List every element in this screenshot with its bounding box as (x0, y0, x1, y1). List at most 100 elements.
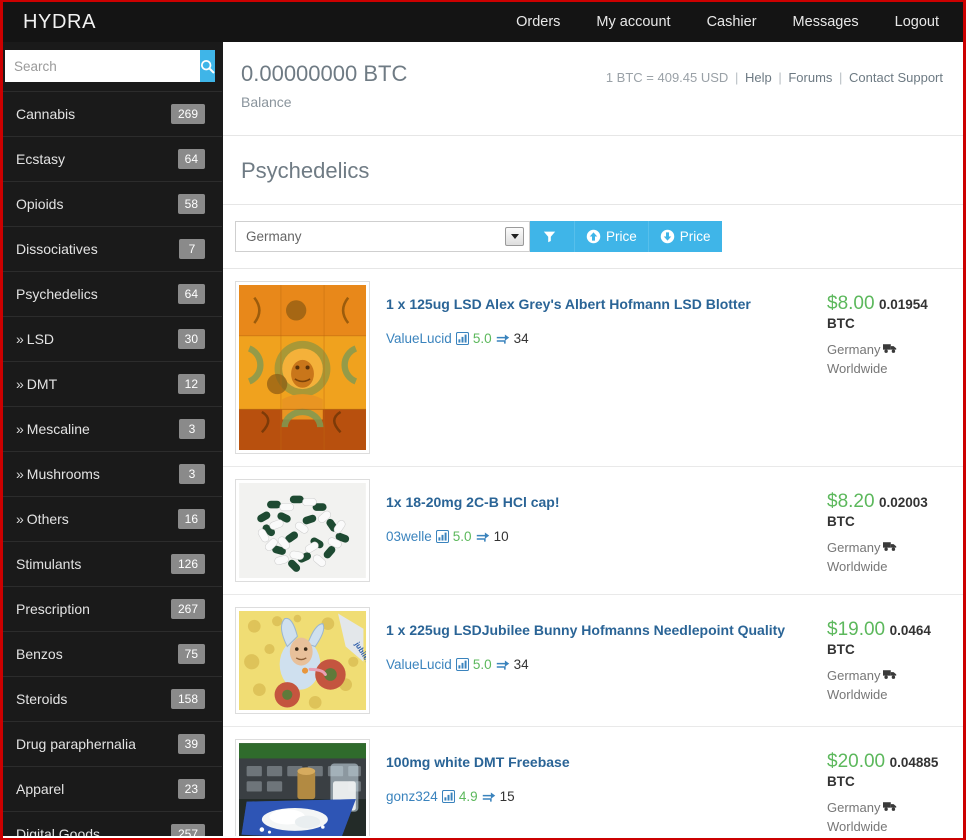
site-logo[interactable]: HYDRA (23, 11, 96, 34)
page-body: Cannabis 269 Ecstasy 64 Opioids 58 Dissociativ… (3, 42, 963, 836)
sidebar-item-count: 267 (170, 599, 205, 619)
ships-from: Germany (827, 342, 881, 357)
apply-filter-button[interactable] (530, 221, 575, 252)
sidebar-item-dmt[interactable]: » DMT 12 (3, 361, 222, 406)
balance-amount: 0.00000000 BTC (241, 61, 408, 86)
sidebar-item-text: Benzos (16, 646, 63, 662)
shipping-info: Germany Worldwide (827, 666, 947, 704)
vendor-line: 03welle 5.0 10 (386, 529, 827, 544)
sidebar-item-stimulants[interactable]: Stimulants 126 (3, 541, 222, 586)
forums-link[interactable]: Forums (788, 70, 832, 85)
product-listing-row[interactable]: 1 x 125ug LSD Alex Grey's Albert Hofmann… (223, 269, 963, 467)
sidebar-item-text: Digital Goods (16, 826, 101, 836)
sort-price-desc-button[interactable]: Price (648, 221, 722, 252)
balance-block: 0.00000000 BTC Balance (241, 60, 407, 110)
shipping-truck-icon (883, 542, 897, 551)
sidebar-item-psychedelics[interactable]: Psychedelics 64 (3, 271, 222, 316)
product-title-link[interactable]: 1 x 125ug LSD Alex Grey's Albert Hofmann… (386, 295, 827, 313)
vendor-sales-count: 15 (499, 789, 515, 804)
product-price-box: $20.00 0.04885 BTC Germany Worldwide (827, 739, 947, 836)
sidebar-item-dissociatives[interactable]: Dissociatives 7 (3, 226, 222, 271)
shipping-truck-icon (883, 344, 897, 353)
sidebar-item-label: Psychedelics (16, 286, 98, 302)
nav-orders[interactable]: Orders (498, 2, 578, 42)
double-chevron-right-icon: » (16, 511, 24, 527)
sidebar-item-label: Cannabis (16, 106, 75, 122)
sidebar-item-text: Prescription (16, 601, 90, 617)
sidebar-item-lsd[interactable]: » LSD 30 (3, 316, 222, 361)
sidebar-item-text: DMT (26, 376, 58, 392)
product-title-link[interactable]: 100mg white DMT Freebase (386, 753, 827, 771)
sidebar-item-drug-paraphernalia[interactable]: Drug paraphernalia 39 (3, 721, 222, 766)
category-list: Cannabis 269 Ecstasy 64 Opioids 58 Dissociativ… (3, 91, 222, 836)
transactions-retweet-icon (496, 659, 509, 670)
sidebar-item-text: Mushrooms (26, 466, 100, 482)
ships-to: Worldwide (827, 559, 888, 574)
link-separator-2: | (778, 70, 782, 85)
sidebar-item-label: Prescription (16, 601, 90, 617)
product-listing-row[interactable]: 1 x 225ug LSDJubilee Bunny Hofmanns Need… (223, 595, 963, 727)
product-listing-row[interactable]: 1x 18-20mg 2C-B HCl cap! 03welle 5.0 10 $8.2… (223, 467, 963, 595)
sidebar-item-steroids[interactable]: Steroids 158 (3, 676, 222, 721)
price-row: $8.00 0.01954 BTC (827, 293, 947, 333)
product-thumbnail[interactable] (235, 607, 370, 714)
vendor-sales-count: 34 (513, 331, 529, 346)
sidebar-item-benzos[interactable]: Benzos 75 (3, 631, 222, 676)
product-title-link[interactable]: 1 x 225ug LSDJubilee Bunny Hofmanns Need… (386, 621, 827, 639)
nav-messages[interactable]: Messages (775, 2, 877, 42)
vendor-line: gonz324 4.9 15 (386, 789, 827, 804)
sidebar-item-others[interactable]: » Others 16 (3, 496, 222, 541)
shipping-info: Germany Worldwide (827, 340, 947, 378)
sidebar-item-text: Others (26, 511, 69, 527)
sidebar-item-text: Steroids (16, 691, 68, 707)
nav-logout[interactable]: Logout (877, 2, 947, 42)
vendor-name-link[interactable]: ValueLucid (386, 331, 452, 346)
sidebar-item-label: Opioids (16, 196, 63, 212)
search-bar (5, 50, 215, 82)
sidebar-item-count: 269 (170, 104, 205, 124)
ships-to: Worldwide (827, 687, 888, 702)
sidebar-item-label: » Mushrooms (16, 466, 100, 482)
transactions-retweet-icon (496, 333, 509, 344)
sidebar-item-mescaline[interactable]: » Mescaline 3 (3, 406, 222, 451)
sidebar-item-apparel[interactable]: Apparel 23 (3, 766, 222, 811)
double-chevron-right-icon: » (16, 331, 24, 347)
country-select[interactable]: Germany (235, 221, 530, 252)
transactions-retweet-icon (476, 531, 489, 542)
vendor-name-link[interactable]: 03welle (386, 529, 432, 544)
sidebar-item-ecstasy[interactable]: Ecstasy 64 (3, 136, 222, 181)
sidebar-item-mushrooms[interactable]: » Mushrooms 3 (3, 451, 222, 496)
product-thumbnail[interactable] (235, 479, 370, 582)
product-title-link[interactable]: 1x 18-20mg 2C-B HCl cap! (386, 493, 827, 511)
price-usd: $20.00 (827, 751, 886, 772)
product-thumbnail[interactable] (235, 739, 370, 836)
sidebar-item-cannabis[interactable]: Cannabis 269 (3, 91, 222, 136)
nav-cashier[interactable]: Cashier (689, 2, 775, 42)
sidebar-item-digital-goods[interactable]: Digital Goods 257 (3, 811, 222, 836)
product-thumbnail[interactable] (235, 281, 370, 454)
help-link[interactable]: Help (745, 70, 772, 85)
search-input[interactable] (5, 50, 200, 82)
product-price-box: $19.00 0.0464 BTC Germany Worldwide (827, 607, 947, 704)
product-info: 100mg white DMT Freebase gonz324 4.9 15 (386, 739, 827, 804)
nav-my-account[interactable]: My account (578, 2, 688, 42)
top-nav-links: Orders My account Cashier Messages Logou… (498, 2, 947, 42)
sidebar-item-text: Drug paraphernalia (16, 736, 136, 752)
sidebar-item-opioids[interactable]: Opioids 58 (3, 181, 222, 226)
link-separator-3: | (839, 70, 843, 85)
vendor-name-link[interactable]: gonz324 (386, 789, 438, 804)
search-button[interactable] (200, 50, 215, 82)
green-white-capsules-pile-image (239, 483, 366, 578)
white-dmt-powder-on-blue-tray-image (239, 743, 366, 836)
sidebar-item-prescription[interactable]: Prescription 267 (3, 586, 222, 631)
product-price-box: $8.00 0.01954 BTC Germany Worldwide (827, 281, 947, 378)
sidebar-item-label: Apparel (16, 781, 64, 797)
sidebar-item-label: Drug paraphernalia (16, 736, 136, 752)
vendor-name-link[interactable]: ValueLucid (386, 657, 452, 672)
contact-support-link[interactable]: Contact Support (849, 70, 943, 85)
sort-price-asc-button[interactable]: Price (575, 221, 649, 252)
sidebar-item-count: 75 (177, 644, 205, 664)
product-listing-row[interactable]: 100mg white DMT Freebase gonz324 4.9 15 $20.… (223, 727, 963, 836)
sidebar-item-text: Psychedelics (16, 286, 98, 302)
sort-price-asc-label: Price (606, 229, 637, 244)
